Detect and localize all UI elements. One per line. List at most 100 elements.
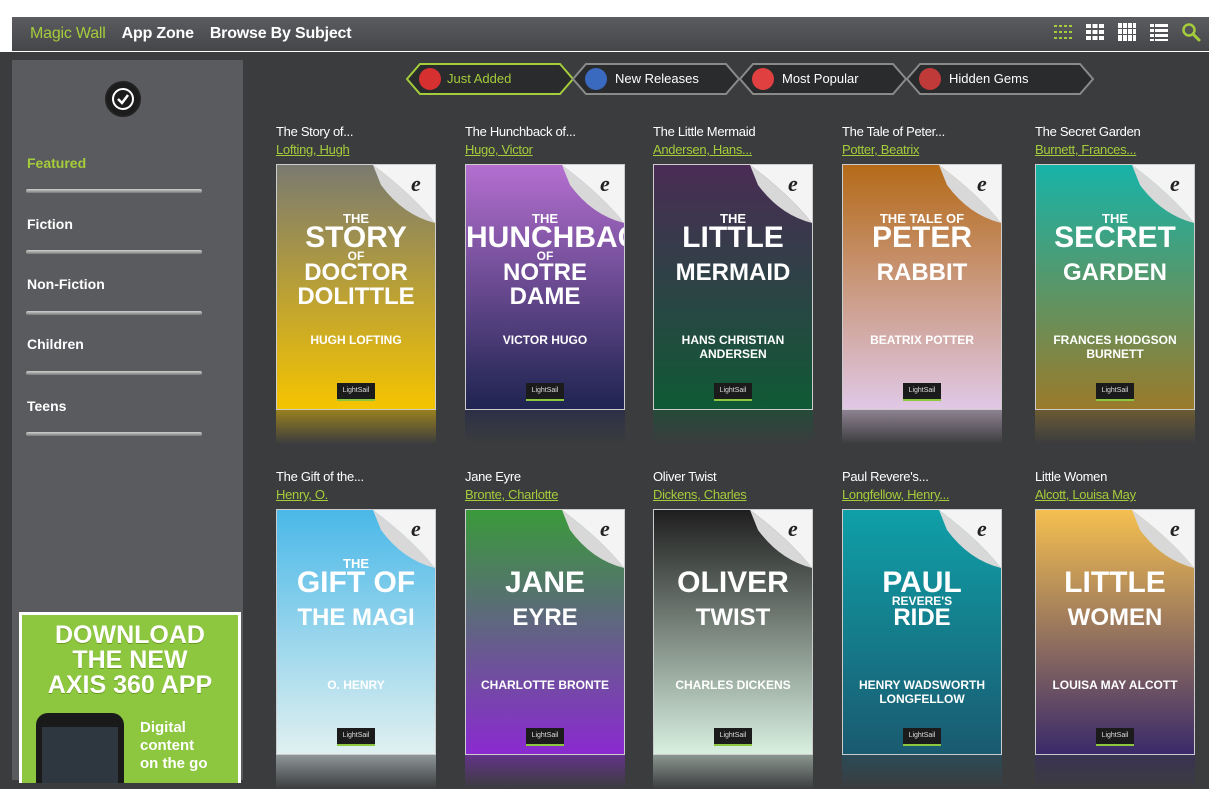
ebook-badge-icon: e — [750, 510, 812, 568]
book-cover[interactable]: THE LITTLE MERMAID HANS CHRISTIAN ANDERS… — [653, 164, 813, 410]
cover-text: LITTLE — [1064, 566, 1166, 599]
list-icon[interactable] — [1149, 22, 1169, 42]
book-author-link[interactable]: Henry, O. — [276, 487, 328, 502]
svg-text:e: e — [788, 171, 798, 196]
book-cover[interactable]: THE STORY OF DOCTOR DOLITTLE HUGH LOFTIN… — [276, 164, 436, 410]
cover-reflection — [465, 755, 625, 789]
grid-large-icon[interactable] — [1117, 22, 1137, 42]
category-featured[interactable]: Featured — [27, 155, 86, 171]
tab-label: Just Added — [447, 71, 512, 86]
cover-text: DOCTOR DOLITTLE — [297, 259, 415, 310]
top-bar: Magic Wall App Zone Browse By Subject — [0, 0, 1209, 52]
book-cover[interactable]: OLIVER TWIST CHARLES DICKENS e LightSail — [653, 509, 813, 755]
grid-medium-icon[interactable] — [1085, 22, 1105, 42]
cover-text: CHARLOTTE BRONTE — [481, 678, 609, 692]
ebook-badge-icon: e — [562, 510, 624, 568]
cover-text: HUGH LOFTING — [310, 333, 402, 347]
book-title[interactable]: Little Women — [1035, 469, 1107, 484]
cover-text: FRANCES HODGSON BURNETT — [1053, 333, 1177, 361]
book-card[interactable]: Paul Revere's... Longfellow, Henry... PA… — [842, 469, 1002, 789]
book-title[interactable]: Paul Revere's... — [842, 469, 929, 484]
ebook-badge-icon: e — [750, 165, 812, 223]
book-cover[interactable]: THE HUNCHBACK OF NOTRE DAME VICTOR HUGO … — [465, 164, 625, 410]
divider — [26, 432, 202, 436]
category-fiction[interactable]: Fiction — [27, 216, 73, 232]
divider — [26, 250, 202, 254]
book-author-link[interactable]: Hugo, Victor — [465, 142, 533, 157]
tab-most-popular[interactable]: Most Popular — [738, 63, 908, 95]
lightsail-logo: LightSail — [337, 383, 375, 401]
divider — [26, 189, 202, 193]
cover-reflection — [653, 410, 813, 444]
cover-reflection — [842, 755, 1002, 789]
book-author-link[interactable]: Burnett, Frances... — [1035, 142, 1137, 157]
book-title[interactable]: Jane Eyre — [465, 469, 521, 484]
book-card[interactable]: Jane Eyre Bronte, Charlotte JANE EYRE CH… — [465, 469, 625, 789]
tab-just-added[interactable]: Just Added — [405, 63, 575, 95]
nav-magic-wall[interactable]: Magic Wall — [30, 25, 106, 43]
grid-small-icon[interactable] — [1053, 22, 1073, 42]
nav-bar: Magic Wall App Zone Browse By Subject — [12, 17, 1209, 51]
category-non-fiction[interactable]: Non-Fiction — [27, 276, 105, 292]
book-title[interactable]: The Secret Garden — [1035, 124, 1141, 139]
book-card[interactable]: Oliver Twist Dickens, Charles OLIVER TWI… — [653, 469, 813, 789]
book-title[interactable]: The Tale of Peter... — [842, 124, 945, 139]
axis360-app-ad[interactable]: DOWNLOAD THE NEW AXIS 360 APP Digital co… — [19, 612, 241, 783]
cover-text: PETER — [871, 221, 973, 254]
ad-sub-line: on the go — [140, 755, 208, 772]
book-author-link[interactable]: Longfellow, Henry... — [842, 487, 950, 502]
book-title[interactable]: The Hunchback of... — [465, 124, 576, 139]
book-title[interactable]: The Gift of the... — [276, 469, 364, 484]
nav-browse-by-subject[interactable]: Browse By Subject — [210, 25, 352, 43]
category-children[interactable]: Children — [27, 336, 84, 352]
book-title[interactable]: The Story of... — [276, 124, 353, 139]
tab-new-releases[interactable]: New Releases — [571, 63, 741, 95]
book-author-link[interactable]: Potter, Beatrix — [842, 142, 919, 157]
cover-reflection — [1035, 410, 1195, 444]
book-author-link[interactable]: Bronte, Charlotte — [465, 487, 558, 502]
cover-reflection — [276, 755, 436, 789]
book-cover[interactable]: JANE EYRE CHARLOTTE BRONTE e LightSail — [465, 509, 625, 755]
cover-text: MERMAID — [675, 259, 791, 286]
category-teens[interactable]: Teens — [27, 398, 66, 414]
book-card[interactable]: Little Women Alcott, Louisa May LITTLE W… — [1035, 469, 1195, 789]
book-cover[interactable]: THE SECRET GARDEN FRANCES HODGSON BURNET… — [1035, 164, 1195, 410]
cover-text: RIDE — [893, 604, 951, 631]
nav-app-zone[interactable]: App Zone — [122, 25, 194, 43]
book-author-link[interactable]: Alcott, Louisa May — [1035, 487, 1136, 502]
view-icons — [1053, 22, 1201, 42]
book-cover[interactable]: LITTLE WOMEN LOUISA MAY ALCOTT e LightSa… — [1035, 509, 1195, 755]
gem-icon — [919, 68, 941, 90]
book-cover[interactable]: PAUL REVERE'S RIDE HENRY WADSWORTH LONGF… — [842, 509, 1002, 755]
book-author-link[interactable]: Lofting, Hugh — [276, 142, 350, 157]
cover-text: OLIVER — [677, 566, 789, 599]
search-icon[interactable] — [1181, 22, 1201, 42]
book-card[interactable]: The Little Mermaid Andersen, Hans... THE… — [653, 124, 813, 444]
book-title[interactable]: Oliver Twist — [653, 469, 717, 484]
checkmark-icon[interactable] — [105, 81, 141, 117]
book-card[interactable]: The Gift of the... Henry, O. THE GIFT OF… — [276, 469, 436, 789]
ebook-badge-icon: e — [1132, 165, 1194, 223]
ad-sub-line: content — [140, 737, 195, 754]
book-author-link[interactable]: Dickens, Charles — [653, 487, 747, 502]
svg-text:e: e — [1170, 171, 1180, 196]
book-card[interactable]: The Tale of Peter... Potter, Beatrix THE… — [842, 124, 1002, 444]
tab-hidden-gems[interactable]: Hidden Gems — [905, 63, 1095, 95]
book-author-link[interactable]: Andersen, Hans... — [653, 142, 752, 157]
cover-text: HANS CHRISTIAN ANDERSEN — [681, 333, 785, 361]
cover-text: VICTOR HUGO — [502, 333, 588, 347]
book-cover[interactable]: THE TALE OF PETER RABBIT BEATRIX POTTER … — [842, 164, 1002, 410]
book-title[interactable]: The Little Mermaid — [653, 124, 756, 139]
svg-text:e: e — [1170, 516, 1180, 541]
book-card[interactable]: The Secret Garden Burnett, Frances... TH… — [1035, 124, 1195, 444]
book-cover[interactable]: THE GIFT OF THE MAGI O. HENRY e LightSai… — [276, 509, 436, 755]
lightsail-logo: LightSail — [903, 383, 941, 401]
book-card[interactable]: The Story of... Lofting, Hugh THE STORY … — [276, 124, 436, 444]
cover-text: SECRET — [1054, 221, 1176, 254]
cover-text: LOUISA MAY ALCOTT — [1052, 678, 1178, 692]
cover-reflection — [653, 755, 813, 789]
cover-text: CHARLES DICKENS — [675, 678, 791, 692]
book-card[interactable]: The Hunchback of... Hugo, Victor THE HUN… — [465, 124, 625, 444]
heart-icon — [752, 68, 774, 90]
svg-text:e: e — [411, 516, 421, 541]
